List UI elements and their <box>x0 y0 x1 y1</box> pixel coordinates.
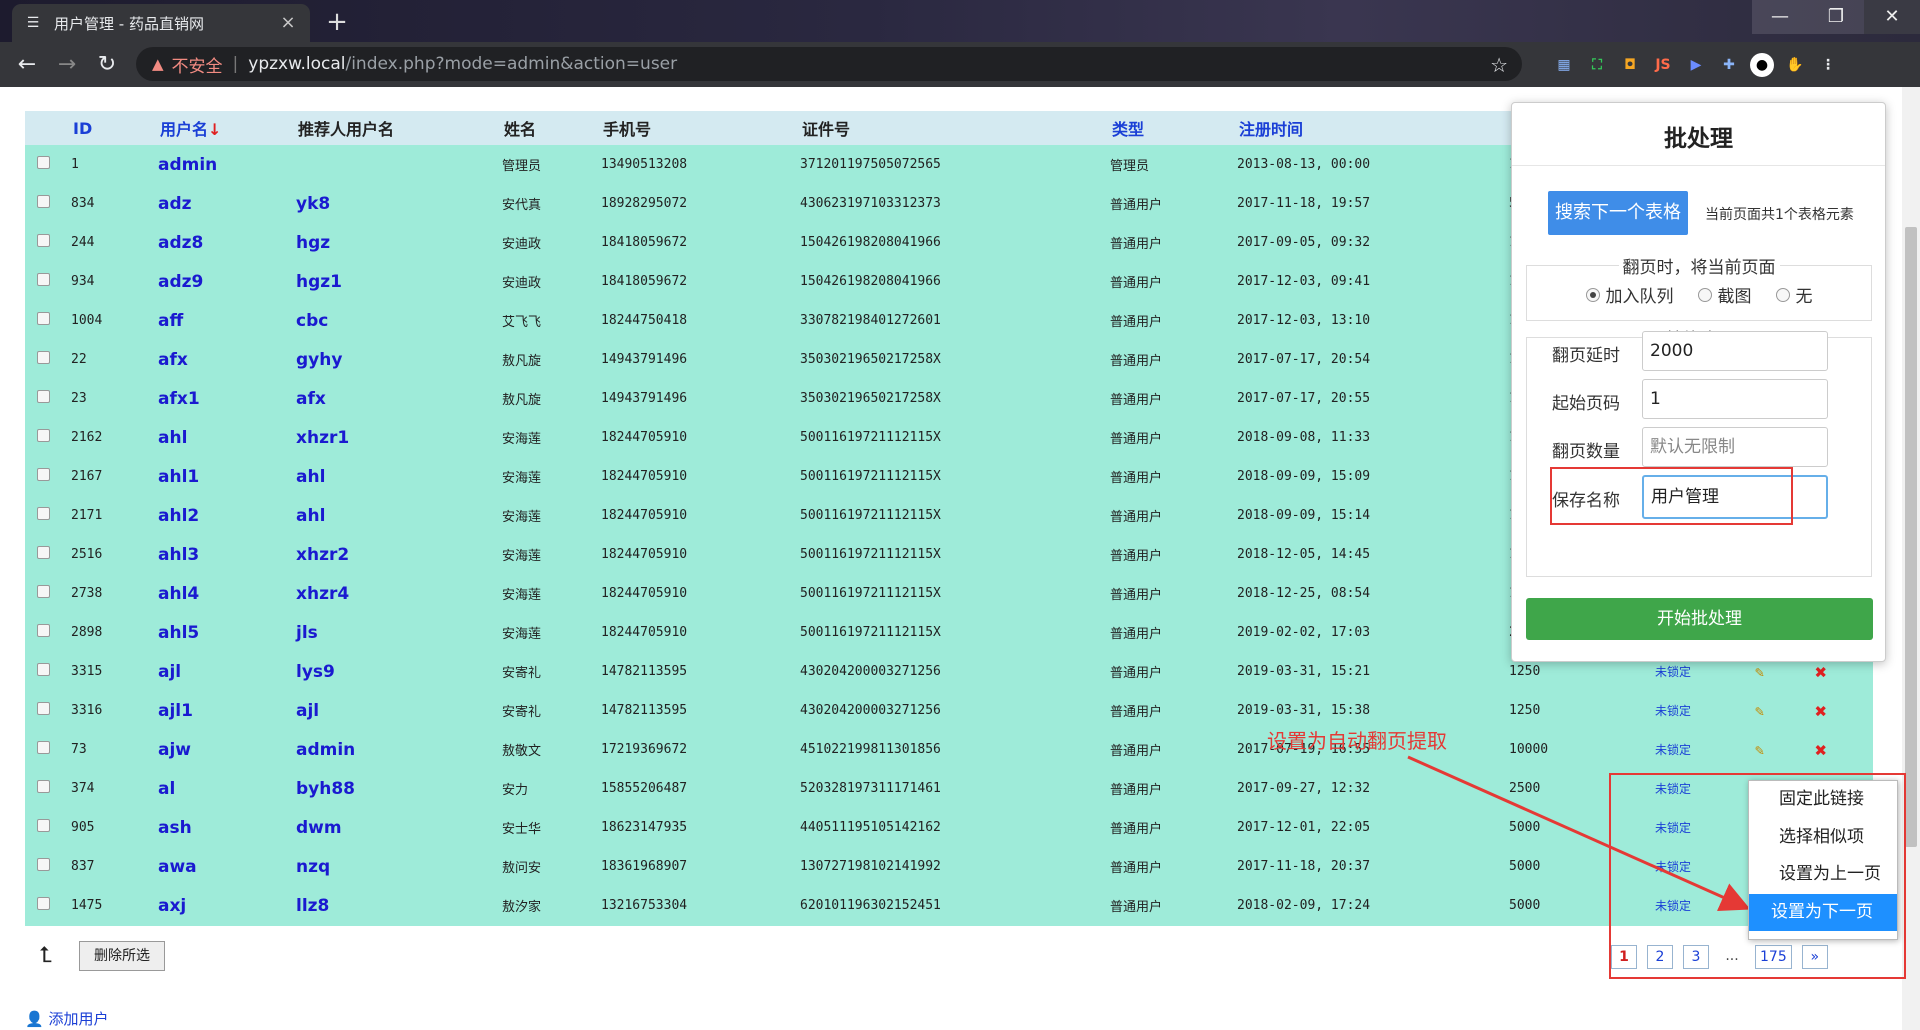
menu-select-similar[interactable]: 选择相似项 <box>1749 819 1897 857</box>
menu-pin-link[interactable]: 固定此链接 <box>1749 781 1897 819</box>
context-menu: 固定此链接 选择相似项 设置为上一页 设置为下一页 <box>1748 780 1898 940</box>
menu-set-next-page[interactable]: 设置为下一页 <box>1749 893 1897 931</box>
annotation-arrow <box>1407 755 1751 911</box>
menu-set-prev-page[interactable]: 设置为上一页 <box>1749 856 1897 894</box>
